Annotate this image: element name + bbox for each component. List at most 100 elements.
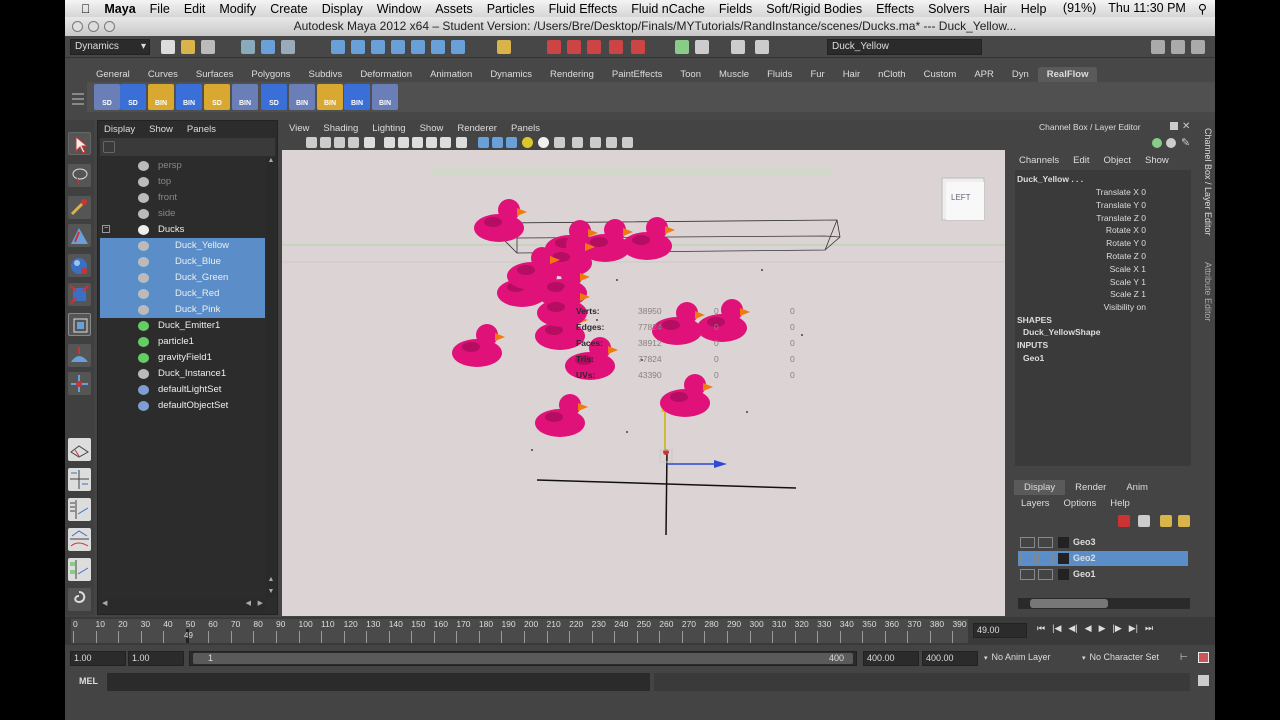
wireframe-on-shaded-icon[interactable] xyxy=(506,137,517,148)
shelf-tab-polygons[interactable]: Polygons xyxy=(242,67,299,82)
film-gate-icon[interactable] xyxy=(384,137,395,148)
menu-modify[interactable]: Modify xyxy=(219,2,256,16)
layer-editor-icon[interactable] xyxy=(1166,138,1176,148)
step-back-key-icon[interactable]: |◀ xyxy=(1052,623,1061,639)
layer-color-swatch[interactable] xyxy=(1058,537,1069,548)
field-chart-icon[interactable] xyxy=(426,137,437,148)
outliner-item-duck-red[interactable]: Duck_Red xyxy=(100,286,265,302)
realflow-shelf-button[interactable]: SD xyxy=(261,84,287,110)
shelf-tab-general[interactable]: General xyxy=(87,67,139,82)
outliner-menu-panels[interactable]: Panels xyxy=(187,124,216,135)
outliner-item-ducks[interactable]: − Ducks xyxy=(100,222,265,238)
script-editor-icon[interactable] xyxy=(1198,675,1209,686)
minimize-window-button[interactable] xyxy=(88,21,99,32)
outliner-horizontal-scrollbar[interactable]: ◀ ◀ ▶ xyxy=(100,599,265,610)
new-layer-selected-icon[interactable] xyxy=(1118,515,1130,527)
channel-attr-scale-x[interactable]: Scale X 1 xyxy=(1016,264,1146,274)
shelf-tab-hair[interactable]: Hair xyxy=(834,67,869,82)
go-to-end-icon[interactable]: ⏭ xyxy=(1145,623,1153,639)
menu-solvers[interactable]: Solvers xyxy=(928,2,970,16)
attribute-editor-side-tab[interactable]: Attribute Editor xyxy=(1197,262,1213,342)
smooth-shade-icon[interactable] xyxy=(492,137,503,148)
menu-hair[interactable]: Hair xyxy=(984,2,1007,16)
shelf-tab-curves[interactable]: Curves xyxy=(139,67,187,82)
safe-action-icon[interactable] xyxy=(440,137,451,148)
animation-end-field[interactable]: 400.00 xyxy=(922,651,978,666)
outliner-item-duck-emitter1[interactable]: Duck_Emitter1 xyxy=(100,318,265,334)
menu-file[interactable]: File xyxy=(150,2,170,16)
soft-mod-tool-icon[interactable] xyxy=(68,344,91,367)
channel-object-name[interactable]: Duck_Yellow . . . xyxy=(1017,174,1083,184)
outliner-item-duck-instance1[interactable]: Duck_Instance1 xyxy=(100,366,265,382)
wireframe-icon[interactable] xyxy=(478,137,489,148)
channel-attr-translate-z[interactable]: Translate Z 0 xyxy=(1016,213,1146,223)
menu-display[interactable]: Display xyxy=(322,2,363,16)
channel-menu-edit[interactable]: Edit xyxy=(1073,155,1089,166)
input-node-name[interactable]: Geo1 xyxy=(1023,353,1044,363)
attr-value[interactable]: 1 xyxy=(1141,289,1146,299)
shelf-tab-dyn[interactable]: Dyn xyxy=(1003,67,1038,82)
camera-attributes-icon[interactable] xyxy=(320,137,331,148)
attr-value[interactable]: 1 xyxy=(1141,277,1146,287)
grid-toggle-icon[interactable] xyxy=(364,137,375,148)
playback-start-field[interactable]: 1.00 xyxy=(128,651,184,666)
shelf-tab-surfaces[interactable]: Surfaces xyxy=(187,67,243,82)
shelf-tab-toon[interactable]: Toon xyxy=(671,67,710,82)
mel-input[interactable] xyxy=(107,673,650,691)
channel-box-side-tab[interactable]: Channel Box / Layer Editor xyxy=(1197,128,1213,248)
channel-box-toggle-icon[interactable] xyxy=(695,40,709,54)
outliner-item-duck-green[interactable]: Duck_Green xyxy=(100,270,265,286)
layer-tab-display[interactable]: Display xyxy=(1014,480,1066,495)
snap-grid-icon[interactable] xyxy=(331,40,345,54)
shadows-icon[interactable] xyxy=(554,137,565,148)
layer-row-geo3[interactable]: Geo3 xyxy=(1018,535,1188,550)
lasso-tool-icon[interactable] xyxy=(68,164,91,187)
shelf-tab-muscle[interactable]: Muscle xyxy=(710,67,758,82)
viewport-menu-shading[interactable]: Shading xyxy=(323,123,358,134)
panel-toggle-icon[interactable] xyxy=(1191,40,1205,54)
paint-select-tool-icon[interactable] xyxy=(68,196,91,219)
view-cube-label[interactable]: LEFT xyxy=(951,193,971,202)
outliner-menu-display[interactable]: Display xyxy=(104,124,135,135)
select-tool-icon[interactable] xyxy=(68,132,91,155)
play-forward-icon[interactable]: ▶ xyxy=(1099,623,1106,639)
attr-value[interactable]: on xyxy=(1137,302,1146,312)
channel-attr-scale-z[interactable]: Scale Z 1 xyxy=(1016,289,1146,299)
attr-value[interactable]: 0 xyxy=(1141,251,1146,261)
mel-label[interactable]: MEL xyxy=(79,676,98,686)
play-backward-icon[interactable]: ◀ xyxy=(1085,623,1092,639)
layer-menu-layers[interactable]: Layers xyxy=(1021,498,1050,509)
quick-selection-field[interactable]: Duck_Yellow xyxy=(827,39,982,55)
make-live-icon[interactable] xyxy=(411,40,425,54)
channel-attr-translate-y[interactable]: Translate Y 0 xyxy=(1016,200,1146,210)
attr-value[interactable]: 0 xyxy=(1141,225,1146,235)
persp-graph-layout-icon[interactable] xyxy=(68,528,91,551)
step-back-frame-icon[interactable]: ◀| xyxy=(1068,623,1077,639)
shelf-tab-ncloth[interactable]: nCloth xyxy=(869,67,914,82)
manipulator-tool-icon[interactable] xyxy=(68,313,91,336)
outliner-item-side[interactable]: side xyxy=(100,206,265,222)
outliner-item-persp[interactable]: persp xyxy=(100,158,265,174)
ipr-render-icon[interactable] xyxy=(567,40,581,54)
render-view-icon[interactable] xyxy=(631,40,645,54)
move-tool-icon[interactable] xyxy=(68,224,91,247)
new-layer-icon[interactable] xyxy=(1138,515,1150,527)
apple-icon[interactable]:  xyxy=(81,2,90,16)
menu-soft-rigid-bodies[interactable]: Soft/Rigid Bodies xyxy=(766,2,862,16)
outliner-item-duck-yellow[interactable]: Duck_Yellow xyxy=(100,238,265,254)
animation-start-field[interactable]: 1.00 xyxy=(70,651,126,666)
outliner-item-duck-pink[interactable]: Duck_Pink xyxy=(100,302,265,318)
viewport-menu-panels[interactable]: Panels xyxy=(511,123,540,134)
channel-attr-rotate-z[interactable]: Rotate Z 0 xyxy=(1016,251,1146,261)
tool-settings-toggle-icon[interactable] xyxy=(755,40,769,54)
snap-curve-icon[interactable] xyxy=(351,40,365,54)
rotate-tool-icon[interactable] xyxy=(68,254,91,277)
isolate-select-icon[interactable] xyxy=(590,137,601,148)
realflow-shelf-button[interactable]: BIN xyxy=(344,84,370,110)
toggle-modeling-toolkit-icon[interactable] xyxy=(675,40,689,54)
realflow-shelf-button[interactable]: BIN xyxy=(148,84,174,110)
layer-type-toggle[interactable] xyxy=(1038,569,1053,580)
shelf-tab-fluids[interactable]: Fluids xyxy=(758,67,801,82)
close-panel-icon[interactable]: ✕ xyxy=(1182,121,1190,132)
hypershade-icon[interactable] xyxy=(609,40,623,54)
